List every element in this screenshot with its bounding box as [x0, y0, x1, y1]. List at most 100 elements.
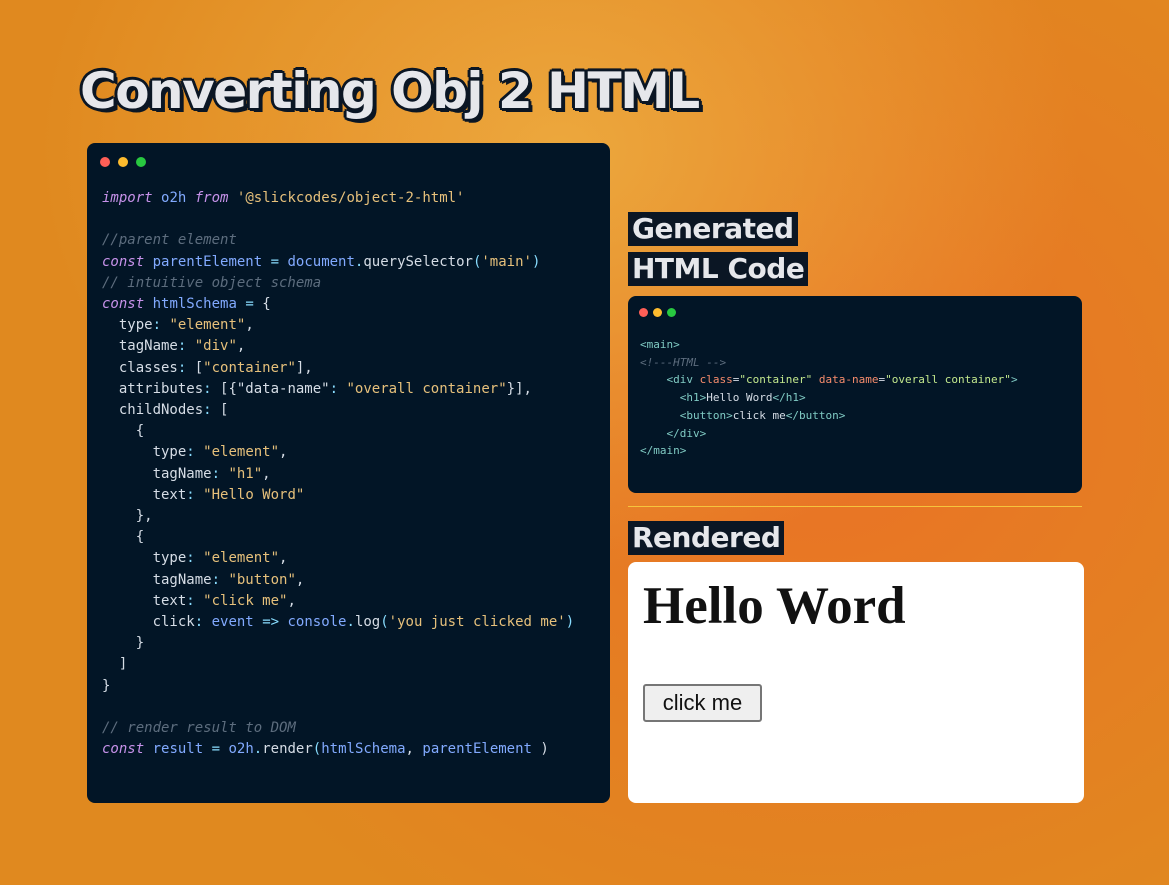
code-token: document	[287, 253, 355, 270]
code-token: "element"	[203, 550, 280, 567]
code-token: :	[186, 444, 195, 461]
source-code-line: import o2h from '@slickcodes/object-2-ht…	[102, 188, 574, 209]
code-token: text	[102, 592, 187, 609]
code-token: "element"	[203, 444, 280, 461]
source-code-line: tagName: "h1",	[102, 464, 574, 485]
click-me-button[interactable]: click me	[643, 684, 762, 722]
code-token: [{"data-name"	[211, 380, 330, 397]
html-code-line: </div>	[640, 425, 1018, 443]
code-token: :	[203, 402, 212, 419]
section-divider	[628, 506, 1082, 507]
code-token: tagName	[102, 465, 212, 482]
close-dot-icon[interactable]	[100, 157, 110, 167]
code-token: //parent element	[102, 232, 237, 249]
code-token: [	[186, 359, 204, 376]
code-token: },	[102, 508, 153, 525]
code-token: 'you just clicked me'	[388, 614, 566, 631]
source-code-line: tagName: "button",	[102, 570, 574, 591]
code-token: .	[346, 614, 355, 631]
code-token: )	[531, 741, 549, 758]
html-code-line: </main>	[640, 442, 1018, 460]
window-controls	[639, 308, 676, 317]
generated-heading-line2: HTML Code	[628, 252, 809, 286]
code-token: // intuitive object schema	[102, 274, 322, 291]
code-token: class	[699, 373, 733, 387]
code-token: :	[186, 486, 195, 503]
code-token: ,	[279, 550, 288, 567]
source-code-line: text: "Hello Word"	[102, 485, 574, 506]
code-token: "h1"	[228, 465, 263, 482]
html-code-line: <h1>Hello Word</h1>	[640, 389, 1018, 407]
code-token: =	[211, 741, 221, 758]
code-token: type	[102, 550, 187, 567]
code-token: ,	[262, 465, 271, 482]
code-token: parentElement	[152, 253, 263, 270]
rendered-heading: Rendered	[628, 521, 785, 555]
code-token: :	[152, 317, 162, 334]
code-token: }],	[506, 380, 532, 397]
code-token: tagName	[102, 571, 212, 588]
page-title: Converting Obj 2 HTML	[80, 62, 700, 120]
source-code-line: tagName: "div",	[102, 336, 574, 357]
source-code-line: type: "element",	[102, 315, 574, 336]
source-code-line: }	[102, 633, 574, 654]
code-token: "overall container"	[885, 373, 1011, 387]
code-token: ],	[295, 359, 313, 376]
window-controls	[100, 157, 146, 167]
code-token: const	[102, 296, 145, 313]
html-code-line: <div class="container" data-name="overal…	[640, 371, 1018, 389]
code-token: click	[102, 614, 195, 631]
source-code-line: const result = o2h.render(htmlSchema, pa…	[102, 739, 574, 760]
code-token: <div	[666, 373, 700, 387]
minimize-dot-icon[interactable]	[653, 308, 662, 317]
rendered-output-panel: Hello Word click me	[628, 562, 1084, 803]
code-token: :	[186, 550, 195, 567]
code-token: const	[102, 741, 145, 758]
maximize-dot-icon[interactable]	[136, 157, 146, 167]
code-token: :	[194, 614, 204, 631]
source-code-line: classes: ["container"],	[102, 358, 574, 379]
code-token: </h1>	[772, 391, 806, 405]
source-code-line: text: "click me",	[102, 591, 574, 612]
code-token: type	[102, 444, 187, 461]
code-token: childNodes	[102, 402, 204, 419]
code-token: (	[312, 741, 322, 758]
code-token: data-name	[818, 373, 879, 387]
code-token: )	[565, 614, 575, 631]
html-code-line: <button>click me</button>	[640, 407, 1018, 425]
code-token: "container"	[739, 373, 813, 387]
code-token: <button>	[679, 408, 733, 422]
source-code-line: childNodes: [	[102, 400, 574, 421]
source-code-line: // render result to DOM	[102, 718, 574, 739]
code-token: =	[245, 296, 254, 313]
close-dot-icon[interactable]	[639, 308, 648, 317]
source-code-line: click: event => console.log('you just cl…	[102, 612, 575, 633]
source-code-line: // intuitive object schema	[102, 273, 574, 294]
code-token: attributes	[102, 380, 204, 397]
html-code-line: <!---HTML -->	[640, 354, 1018, 372]
code-token: Hello Word	[706, 391, 773, 405]
code-token: <main>	[640, 338, 680, 351]
code-token: )	[531, 253, 541, 270]
minimize-dot-icon[interactable]	[118, 157, 128, 167]
html-code-line: <main>	[640, 336, 1018, 354]
code-token: 'main'	[481, 253, 532, 270]
code-token: </div>	[666, 426, 707, 440]
source-code-block: import o2h from '@slickcodes/object-2-ht…	[102, 188, 574, 760]
code-token: {	[253, 296, 271, 313]
maximize-dot-icon[interactable]	[667, 308, 676, 317]
code-token: :	[211, 571, 221, 588]
source-code-window: import o2h from '@slickcodes/object-2-ht…	[87, 143, 610, 803]
code-token: </main>	[640, 444, 687, 458]
code-token: const	[102, 253, 145, 270]
code-token: [	[211, 402, 229, 419]
